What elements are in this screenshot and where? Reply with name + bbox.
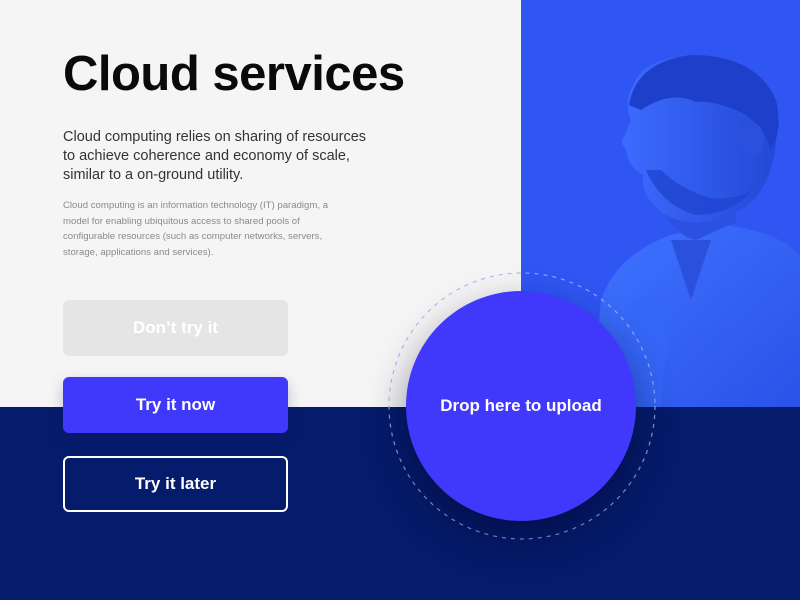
try-it-later-button[interactable]: Try it later — [63, 456, 288, 512]
drop-zone-label: Drop here to upload — [440, 396, 602, 415]
page-title: Cloud services — [63, 47, 405, 101]
description-paragraph: Cloud computing is an information techno… — [63, 200, 329, 258]
lead-paragraph: Cloud computing relies on sharing of res… — [63, 129, 367, 183]
try-it-now-button[interactable]: Try it now — [63, 377, 288, 433]
dont-try-it-button: Don’t try it — [63, 300, 288, 356]
upload-drop-zone[interactable]: Drop here to upload — [406, 291, 636, 521]
